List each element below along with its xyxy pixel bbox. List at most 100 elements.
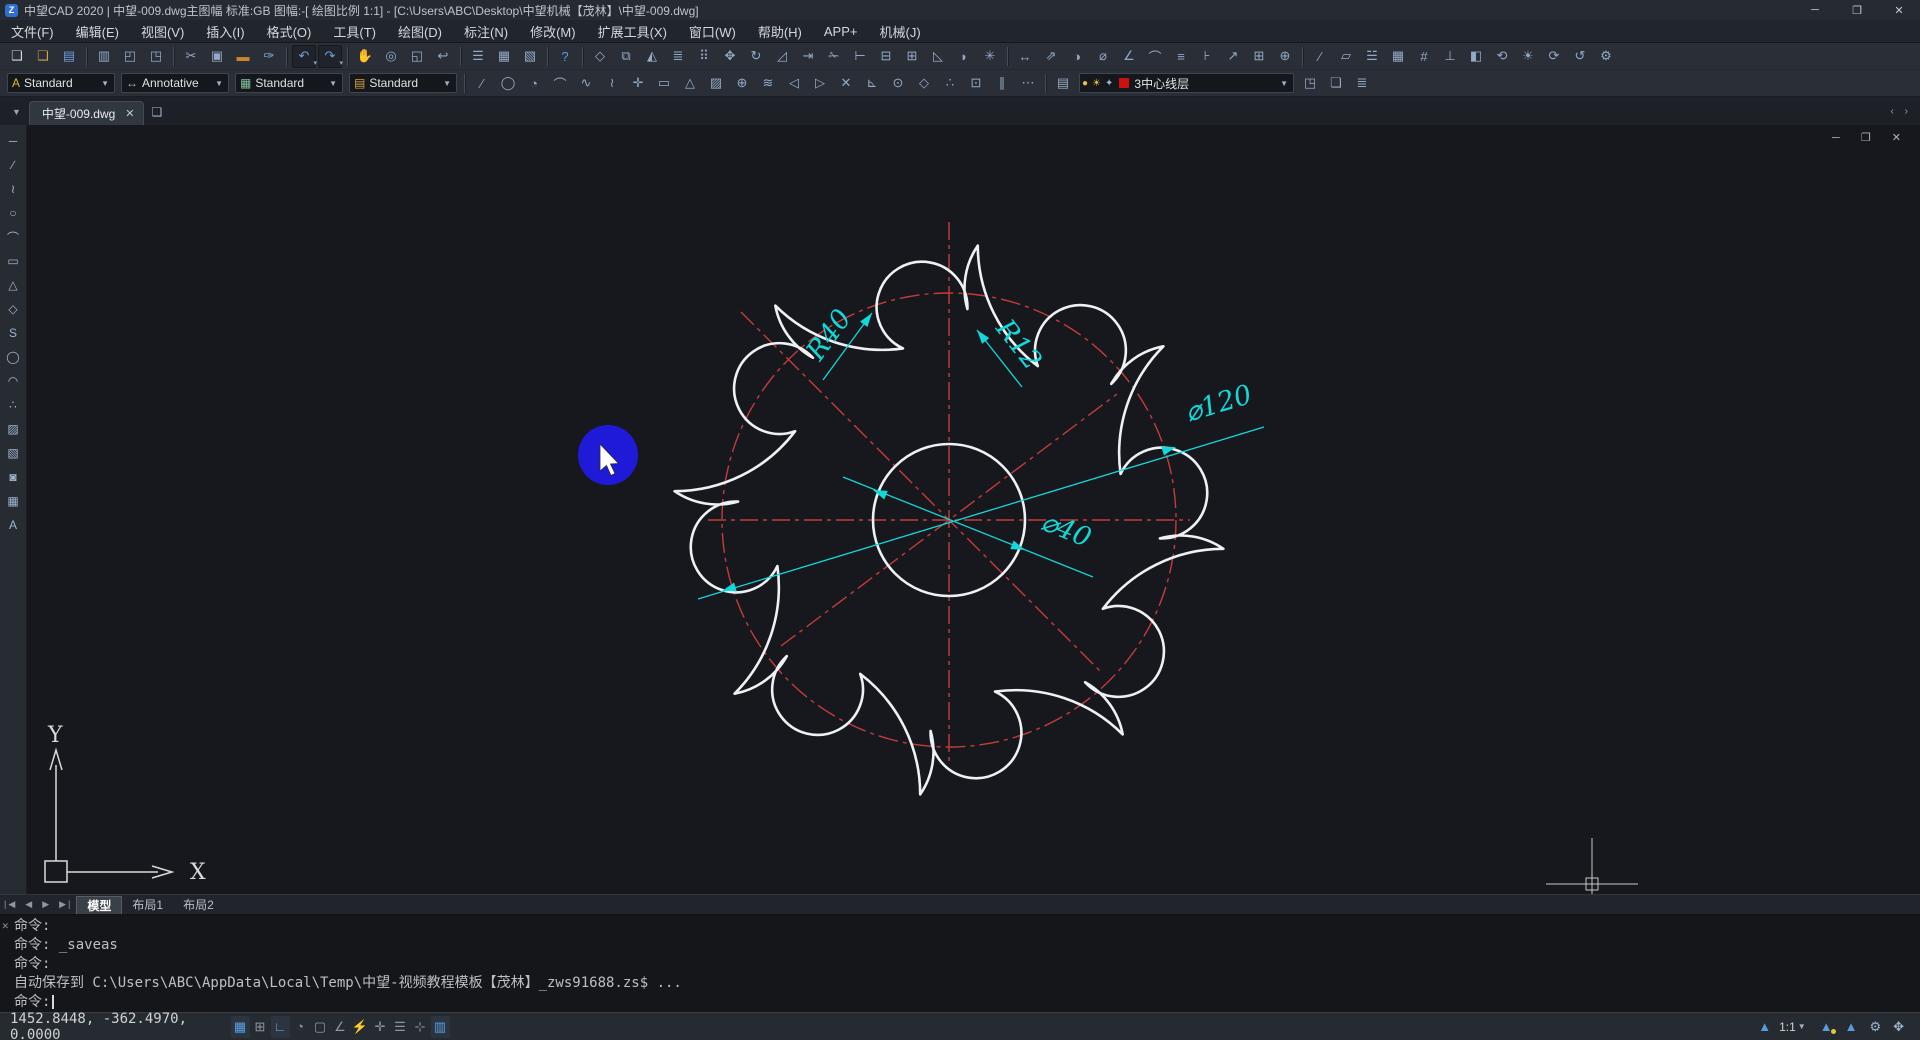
palette-ellipse-arc-button[interactable]: ◠ <box>2 370 25 392</box>
match-properties-button[interactable]: ✑ <box>257 45 281 68</box>
orbit-button[interactable]: ⟲ <box>1490 45 1514 68</box>
menu-item[interactable]: 窗口(W) <box>678 20 747 43</box>
osnap-toggle[interactable]: ▢ <box>311 1016 330 1038</box>
new-button[interactable]: ❑ <box>5 45 29 68</box>
dim-center-button[interactable]: ⊕ <box>1273 45 1297 68</box>
layout-nav-icon[interactable]: ◀ <box>21 899 38 910</box>
copy-button[interactable]: ⧉ <box>614 45 638 68</box>
light-button[interactable]: ☀ <box>1516 45 1540 68</box>
menu-item[interactable]: 工具(T) <box>322 20 387 43</box>
dyn-input-toggle[interactable]: ✛ <box>371 1016 390 1038</box>
palette-line-button[interactable]: ─ <box>2 130 25 152</box>
palette-polygon-button[interactable]: △ <box>2 274 25 296</box>
tool-palettes-button[interactable]: ▧ <box>518 45 542 68</box>
mleader-style-combo[interactable]: ▤Standard▼ <box>349 73 457 93</box>
table-style-combo-arrow-icon[interactable]: ▼ <box>324 79 342 88</box>
snap-nearest-button[interactable]: ≋ <box>756 72 780 95</box>
menu-item[interactable]: APP+ <box>813 20 869 43</box>
dim-angular-button[interactable]: ∠ <box>1117 45 1141 68</box>
model-paper-toggle[interactable]: ▥ <box>431 1016 450 1038</box>
minimize-button[interactable]: ─ <box>1794 0 1836 20</box>
layout-nav-icon[interactable]: ▶ <box>38 899 55 910</box>
snap-parallel-button[interactable]: ∥ <box>990 72 1014 95</box>
help-button[interactable]: ? <box>553 45 577 68</box>
menu-item[interactable]: 绘图(D) <box>387 20 453 43</box>
draw-polyline-button[interactable]: ≀ <box>600 72 624 95</box>
palette-polyline-button[interactable]: ≀ <box>2 178 25 200</box>
palette-rectangle-button[interactable]: ▭ <box>2 250 25 272</box>
snap-extension-button[interactable]: ⋯ <box>1016 72 1040 95</box>
layer-lock-icon[interactable]: ✦ <box>1105 78 1113 89</box>
draw-arc-3p-button[interactable]: ⌒ <box>548 72 572 95</box>
draw-spline-button[interactable]: ∿ <box>574 72 598 95</box>
annotation-scale-value[interactable]: 1:1 <box>1779 1020 1796 1034</box>
snap-point-button[interactable]: ✛ <box>626 72 650 95</box>
layout-nav-icon[interactable]: |◀ <box>0 899 21 910</box>
layer-match-button[interactable]: ≣ <box>1350 72 1374 95</box>
layer-thaw-sun-icon[interactable]: ☀ <box>1092 78 1101 89</box>
scale-button[interactable]: ◿ <box>770 45 794 68</box>
menu-item[interactable]: 机械(J) <box>869 20 932 43</box>
break-button[interactable]: ⊟ <box>874 45 898 68</box>
grid-toggle[interactable]: ⊞ <box>251 1016 270 1038</box>
angular-snap-toggle[interactable]: ∠ <box>331 1016 350 1038</box>
dim-radius-button[interactable]: ◑ <box>1065 45 1089 68</box>
menu-item[interactable]: 修改(M) <box>519 20 587 43</box>
redraw-button[interactable]: ↺ <box>1568 45 1592 68</box>
options-button[interactable]: ⚙ <box>1594 45 1618 68</box>
layout-tab-active[interactable]: 模型 <box>76 896 122 914</box>
dim-linear-button[interactable]: ↔ <box>1013 45 1037 68</box>
list-button[interactable]: ☱ <box>1360 45 1384 68</box>
palette-point-button[interactable]: ∴ <box>2 394 25 416</box>
auto-annotate-icon[interactable]: ▲ <box>1845 1019 1858 1034</box>
mirror-button[interactable]: ◭ <box>640 45 664 68</box>
snap-midpoint-button[interactable]: ▷ <box>808 72 832 95</box>
tab-close-icon[interactable]: ✕ <box>125 107 134 120</box>
new-tab-icon[interactable]: ❑ <box>144 105 171 125</box>
lineweight-toggle[interactable]: ☰ <box>391 1016 410 1038</box>
measure-area-button[interactable]: ▱ <box>1334 45 1358 68</box>
draw-rectangle-button[interactable]: ▭ <box>652 72 676 95</box>
tab-scroll-arrows[interactable]: ‹ › <box>1891 106 1920 125</box>
zoom-realtime-button[interactable]: ◎ <box>379 45 403 68</box>
maximize-button[interactable]: ❐ <box>1836 0 1878 20</box>
layout-tab-inactive[interactable]: 布局1 <box>122 896 173 914</box>
redo-button[interactable]: ↷▾ <box>318 45 342 68</box>
palette-table-button[interactable]: ▦ <box>2 490 25 512</box>
publish-button[interactable]: ◳ <box>144 45 168 68</box>
command-window[interactable]: ✕ 命令:命令: _saveas命令:自动保存到 C:\Users\ABC\Ap… <box>0 914 1920 1012</box>
document-tab[interactable]: 中望-009.dwg ✕ <box>29 101 144 125</box>
dyn-ucs-toggle[interactable]: ⊹ <box>411 1016 430 1038</box>
properties-palette-button[interactable]: ☰ <box>466 45 490 68</box>
annotation-visibility-icon[interactable]: ▲ <box>1820 1019 1833 1034</box>
array-button[interactable]: ⠿ <box>692 45 716 68</box>
palette-xline-button[interactable]: ∕ <box>2 154 25 176</box>
settings-gear-icon[interactable]: ⚙ <box>1869 1019 1881 1035</box>
dim-style-combo[interactable]: ↔Annotative▼ <box>121 73 229 93</box>
ucs-button[interactable]: ⊥ <box>1438 45 1462 68</box>
command-close-icon[interactable]: ✕ <box>2 919 9 932</box>
dim-style-combo-arrow-icon[interactable]: ▼ <box>210 79 228 88</box>
draw-circle-button[interactable]: ◯ <box>496 72 520 95</box>
annotation-scale-dropdown-icon[interactable]: ▼ <box>1798 1022 1806 1031</box>
regen-button[interactable]: ⟳ <box>1542 45 1566 68</box>
menu-item[interactable]: 文件(F) <box>0 20 65 43</box>
otrack-toggle[interactable]: ⚡ <box>351 1016 370 1038</box>
layer-combo[interactable]: ●☀✦3中心线层▼ <box>1079 73 1294 93</box>
draw-arc-button[interactable]: ◔ <box>522 72 546 95</box>
menu-item[interactable]: 格式(O) <box>256 20 323 43</box>
snap-quadrant-button[interactable]: ◇ <box>912 72 936 95</box>
cut-button[interactable]: ✂ <box>179 45 203 68</box>
trim-button[interactable]: ✁ <box>822 45 846 68</box>
dim-baseline-button[interactable]: ≡ <box>1169 45 1193 68</box>
palette-arc-button[interactable]: ⌒ <box>2 226 25 248</box>
dim-leader-button[interactable]: ↗ <box>1221 45 1245 68</box>
mleader-style-combo-arrow-icon[interactable]: ▼ <box>438 79 456 88</box>
layer-properties-button[interactable]: ▤ <box>1051 72 1075 95</box>
draw-line-button[interactable]: ∕ <box>470 72 494 95</box>
join-button[interactable]: ⊞ <box>900 45 924 68</box>
quick-calc-button[interactable]: # <box>1412 45 1436 68</box>
dim-diameter-button[interactable]: ⌀ <box>1091 45 1115 68</box>
offset-button[interactable]: ≣ <box>666 45 690 68</box>
layout-nav-icon[interactable]: ▶| <box>55 899 76 910</box>
